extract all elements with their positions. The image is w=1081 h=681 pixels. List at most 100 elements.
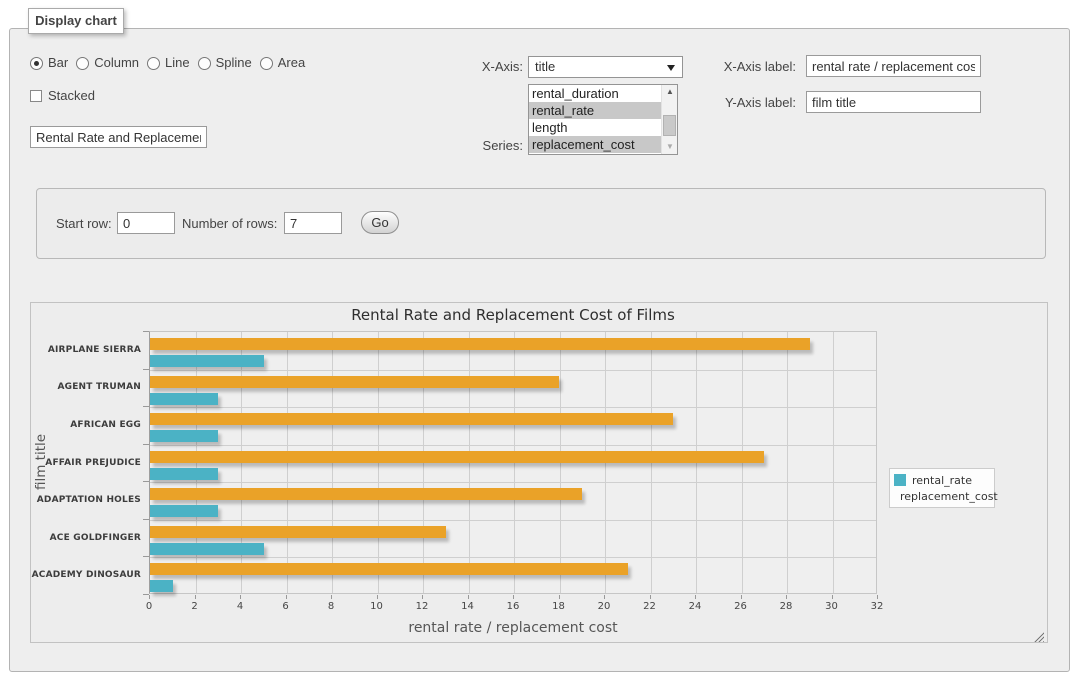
chart-title: Rental Rate and Replacement Cost of Film… xyxy=(149,306,877,324)
gridline xyxy=(150,407,876,408)
chart-type-label: Area xyxy=(278,55,305,71)
x-tick-mark xyxy=(240,595,241,599)
x-tick-mark xyxy=(377,595,378,599)
chart-container: Rental Rate and Replacement Cost of Film… xyxy=(30,302,1048,643)
scroll-down-icon[interactable]: ▼ xyxy=(662,140,678,154)
x-tick-mark xyxy=(786,595,787,599)
y-tick-mark xyxy=(143,481,149,482)
x-tick-mark xyxy=(604,595,605,599)
x-tick-label: 28 xyxy=(771,601,801,612)
category-label: ACE GOLDFINGER xyxy=(31,532,141,544)
x-tick-mark xyxy=(286,595,287,599)
x-tick-mark xyxy=(331,595,332,599)
x-tick-mark xyxy=(559,595,560,599)
go-button[interactable]: Go xyxy=(361,211,399,234)
x-tick-label: 2 xyxy=(180,601,210,612)
bar-replacement_cost xyxy=(150,413,673,425)
series-option-rental_rate[interactable]: rental_rate xyxy=(529,102,662,119)
chart-type-label: Spline xyxy=(216,55,252,71)
series-option-replacement_cost[interactable]: replacement_cost xyxy=(529,136,662,153)
radio-icon-area[interactable] xyxy=(260,57,273,70)
gridline xyxy=(150,557,876,558)
bar-rental_rate xyxy=(150,430,218,442)
x-tick-label: 22 xyxy=(635,601,665,612)
category-label: ACADEMY DINOSAUR xyxy=(31,569,141,581)
x-tick-mark xyxy=(422,595,423,599)
bar-replacement_cost xyxy=(150,563,628,575)
chart-type-radio-group: BarColumnLineSplineArea xyxy=(30,55,305,71)
x-tick-label: 16 xyxy=(498,601,528,612)
category-label: AIRPLANE SIERRA xyxy=(31,344,141,356)
x-tick-mark xyxy=(513,595,514,599)
y-tick-mark xyxy=(143,331,149,332)
bar-replacement_cost xyxy=(150,451,764,463)
x-axis-select[interactable]: title xyxy=(528,56,683,78)
x-tick-label: 30 xyxy=(817,601,847,612)
series-select-label: Series: xyxy=(430,138,523,154)
start-row-label: Start row: xyxy=(56,216,112,232)
chart-type-option-area: Area xyxy=(260,55,305,71)
legend-row: rental_rate xyxy=(894,472,990,488)
x-axis-label-field-label: X-Axis label: xyxy=(696,59,796,75)
category-label: AFRICAN EGG xyxy=(31,419,141,431)
scrollbar-thumb[interactable] xyxy=(663,115,676,136)
legend-row: replacement_cost xyxy=(894,488,990,504)
chart-type-option-column: Column xyxy=(76,55,139,71)
panel-title: Display chart xyxy=(28,8,124,34)
x-tick-mark xyxy=(832,595,833,599)
radio-icon-column[interactable] xyxy=(76,57,89,70)
number-of-rows-label: Number of rows: xyxy=(182,216,277,232)
bar-replacement_cost xyxy=(150,376,559,388)
radio-icon-line[interactable] xyxy=(147,57,160,70)
x-tick-mark xyxy=(877,595,878,599)
gridline xyxy=(833,332,834,593)
radio-icon-bar[interactable] xyxy=(30,57,43,70)
category-label: ADAPTATION HOLES xyxy=(31,494,141,506)
x-tick-label: 6 xyxy=(271,601,301,612)
y-tick-mark xyxy=(143,556,149,557)
stacked-row: Stacked xyxy=(30,88,95,104)
x-tick-label: 24 xyxy=(680,601,710,612)
gridline xyxy=(150,370,876,371)
series-option-length[interactable]: length xyxy=(529,119,662,136)
x-tick-label: 20 xyxy=(589,601,619,612)
legend-swatch-rental_rate xyxy=(894,474,906,486)
x-tick-mark xyxy=(741,595,742,599)
radio-icon-spline[interactable] xyxy=(198,57,211,70)
x-tick-label: 4 xyxy=(225,601,255,612)
x-tick-mark xyxy=(195,595,196,599)
start-row-input[interactable] xyxy=(117,212,175,234)
chart-title-input[interactable] xyxy=(30,126,207,148)
resize-grip-icon[interactable] xyxy=(1034,632,1044,642)
bar-rental_rate xyxy=(150,505,218,517)
stacked-checkbox[interactable] xyxy=(30,90,42,102)
number-of-rows-input[interactable] xyxy=(284,212,342,234)
series-option-rental_duration[interactable]: rental_duration xyxy=(529,85,662,102)
gridline xyxy=(150,482,876,483)
series-scrollbar[interactable]: ▲ ▼ xyxy=(661,85,677,154)
chart-type-label: Line xyxy=(165,55,190,71)
bar-rental_rate xyxy=(150,355,264,367)
dropdown-arrow-icon xyxy=(667,65,675,71)
bar-replacement_cost xyxy=(150,526,446,538)
chart-type-option-line: Line xyxy=(147,55,190,71)
x-axis-label-input[interactable] xyxy=(806,55,981,77)
scroll-up-icon[interactable]: ▲ xyxy=(662,85,678,99)
series-options: rental_durationrental_ratelengthreplacem… xyxy=(529,85,677,153)
series-multiselect[interactable]: rental_durationrental_ratelengthreplacem… xyxy=(528,84,678,155)
y-tick-mark xyxy=(143,369,149,370)
x-tick-mark xyxy=(468,595,469,599)
x-tick-mark xyxy=(650,595,651,599)
chart-type-label: Column xyxy=(94,55,139,71)
gridline xyxy=(150,520,876,521)
x-tick-label: 0 xyxy=(134,601,164,612)
x-tick-label: 14 xyxy=(453,601,483,612)
y-axis-label-input[interactable] xyxy=(806,91,981,113)
bar-rental_rate xyxy=(150,468,218,480)
x-tick-mark xyxy=(695,595,696,599)
category-label: AGENT TRUMAN xyxy=(31,381,141,393)
stacked-label: Stacked xyxy=(48,88,95,104)
gridline xyxy=(150,445,876,446)
x-tick-label: 32 xyxy=(862,601,892,612)
x-tick-label: 10 xyxy=(362,601,392,612)
